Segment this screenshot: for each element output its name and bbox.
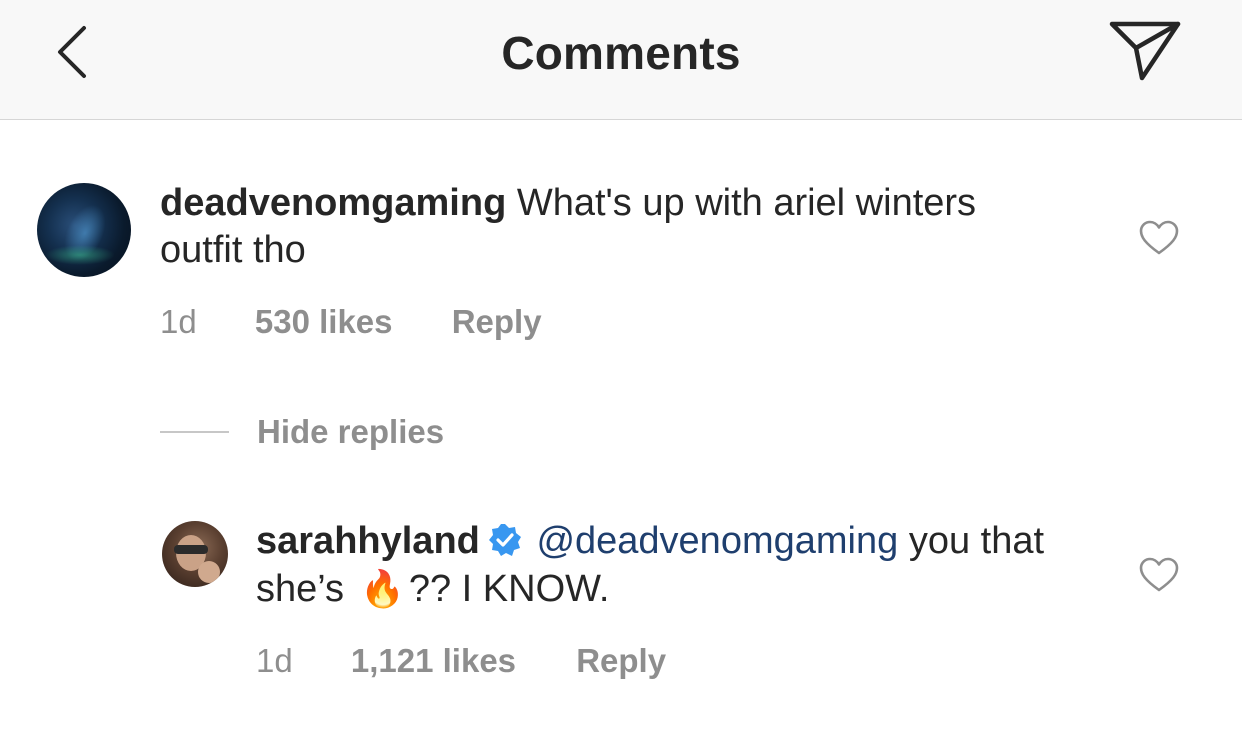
fire-emoji: 🔥 bbox=[360, 568, 405, 609]
like-button[interactable] bbox=[1139, 557, 1179, 593]
reply-body: sarahhyland @deadvenomgaming you that sh… bbox=[256, 518, 1136, 613]
hide-replies-label: Hide replies bbox=[257, 413, 445, 450]
likes-count[interactable]: 1,121 likes bbox=[351, 642, 516, 680]
heart-outline-icon bbox=[1139, 557, 1179, 592]
heart-outline-icon bbox=[1139, 220, 1179, 255]
avatar-image-detail bbox=[45, 245, 115, 265]
comment-username[interactable]: deadvenomgaming bbox=[160, 182, 506, 224]
avatar-sarahhyland[interactable] bbox=[162, 521, 228, 587]
top-nav-bar: Comments bbox=[0, 0, 1242, 120]
mention-link[interactable]: @deadvenomgaming bbox=[536, 520, 898, 562]
reply-button[interactable]: Reply bbox=[576, 642, 666, 680]
like-button[interactable] bbox=[1139, 220, 1179, 256]
reply-button[interactable]: Reply bbox=[452, 303, 542, 341]
reply-username[interactable]: sarahhyland bbox=[256, 520, 480, 562]
paper-plane-icon bbox=[1109, 21, 1181, 81]
divider-line bbox=[160, 431, 229, 433]
verified-badge-icon bbox=[488, 524, 521, 556]
likes-count[interactable]: 530 likes bbox=[255, 303, 393, 341]
avatar-deadvenomgaming[interactable] bbox=[37, 183, 131, 277]
reply-text-end: ?? I KNOW. bbox=[408, 568, 610, 610]
comment-meta: 1d 530 likes Reply bbox=[160, 303, 542, 341]
share-button[interactable] bbox=[1106, 16, 1186, 88]
avatar-image-detail bbox=[198, 561, 220, 583]
comment-body: deadvenomgaming What's up with ariel win… bbox=[160, 180, 1040, 274]
comment-timestamp: 1d bbox=[160, 303, 197, 340]
reply-timestamp: 1d bbox=[256, 642, 293, 679]
avatar-image-detail bbox=[174, 545, 208, 554]
reply-meta: 1d 1,121 likes Reply bbox=[256, 642, 666, 680]
page-title: Comments bbox=[501, 27, 741, 79]
